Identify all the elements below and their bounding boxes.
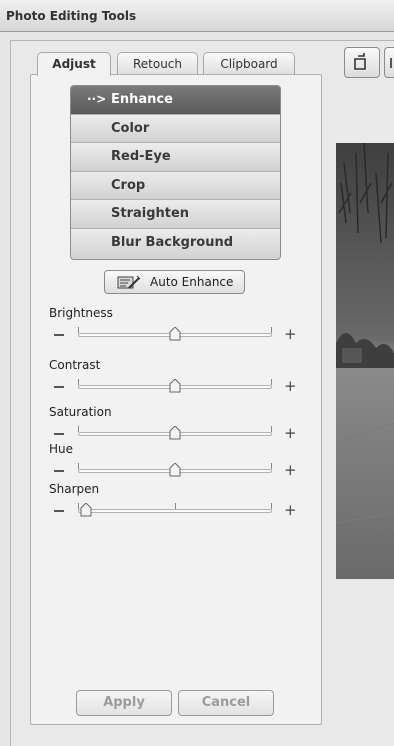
slider-tick [78,327,79,333]
rotate-right-icon [390,58,392,68]
slider-tick [271,426,272,432]
menu-item-label: Blur Background [111,234,234,250]
slider-minus-icon[interactable] [54,470,64,472]
slider-tick [271,379,272,385]
slider-label-brightness: Brightness [49,306,113,320]
slider-thumb-saturation[interactable] [169,426,181,440]
slider-label-sharpen: Sharpen [49,482,100,496]
apply-button[interactable]: Apply [76,690,172,716]
adjust-menu: ··> Enhance Color Red-Eye Crop Straighte… [70,85,281,260]
tab-adjust[interactable]: Adjust [37,52,111,76]
tab-retouch-label: Retouch [132,57,183,71]
slider-plus-icon[interactable]: + [284,379,297,394]
slider-plus-icon[interactable]: + [284,327,297,342]
menu-item-crop[interactable]: Crop [71,171,280,201]
slider-plus-icon[interactable]: + [284,426,297,441]
slider-tick [271,503,272,509]
slider-thumb-hue[interactable] [169,463,181,477]
slider-tick [78,426,79,432]
menu-item-label: Red-Eye [111,149,171,165]
menu-item-straighten[interactable]: Straighten [71,200,280,229]
menu-item-label: Straighten [111,206,190,222]
slider-thumb-sharpen[interactable] [80,503,92,517]
slider-thumb-brightness[interactable] [169,327,181,341]
menu-item-enhance[interactable]: ··> Enhance [71,86,280,115]
slider-label-hue: Hue [49,442,74,456]
slider-label-saturation: Saturation [49,405,112,419]
auto-enhance-button[interactable]: Auto Enhance [104,270,245,294]
tab-clipboard[interactable]: Clipboard [203,52,295,75]
cancel-button[interactable]: Cancel [178,690,274,716]
slider-tick [174,503,176,509]
menu-item-label: Enhance [111,92,173,107]
menu-item-blur-background[interactable]: Blur Background [71,228,280,258]
rotate-right-button[interactable] [384,47,394,78]
tab-clipboard-label: Clipboard [220,57,278,71]
slider-plus-icon[interactable]: + [284,503,297,518]
title-bar: Photo Editing Tools [0,0,394,32]
rotate-left-button[interactable] [344,47,380,78]
slider-minus-icon[interactable] [54,510,64,512]
slider-plus-icon[interactable]: + [284,463,297,478]
slider-thumb-contrast[interactable] [169,379,181,393]
rotate-left-icon [354,53,366,70]
slider-minus-icon[interactable] [54,433,64,435]
window-title: Photo Editing Tools [6,9,137,23]
photo-preview[interactable] [336,143,394,579]
menu-item-label: Color [111,120,150,136]
tab-adjust-label: Adjust [52,57,96,71]
cancel-label: Cancel [201,695,251,710]
menu-item-color[interactable]: Color [71,114,280,144]
tab-retouch[interactable]: Retouch [117,52,198,75]
menu-item-red-eye[interactable]: Red-Eye [71,143,280,172]
auto-enhance-label: Auto Enhance [150,275,234,289]
slider-tick [78,379,79,385]
selected-arrow-marker: ··> [87,92,107,106]
slider-minus-icon[interactable] [54,386,64,388]
slider-tick [271,463,272,469]
slider-minus-icon[interactable] [54,334,64,336]
menu-item-label: Crop [111,177,146,193]
slider-label-contrast: Contrast [49,358,101,372]
photo-image [336,143,394,579]
apply-label: Apply [103,695,145,710]
slider-tick [271,327,272,333]
slider-track-sharpen[interactable] [78,509,272,513]
slider-tick [78,463,79,469]
auto-enhance-icon [117,275,141,289]
slider-tick [78,503,79,509]
